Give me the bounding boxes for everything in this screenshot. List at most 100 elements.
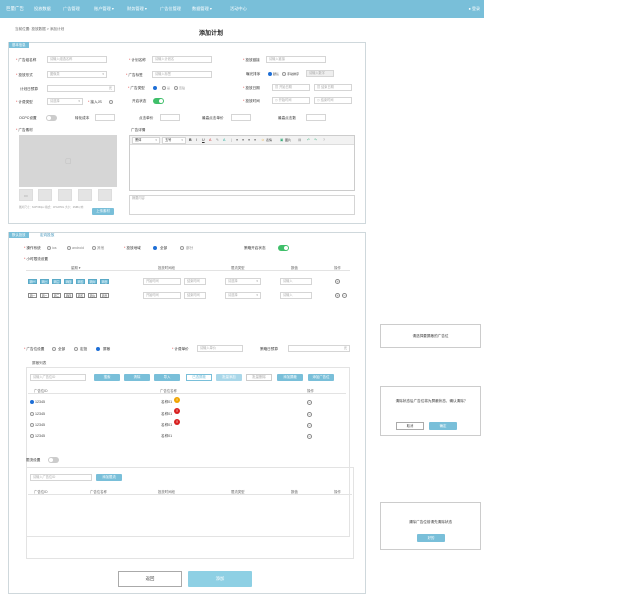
region-all-radio[interactable] xyxy=(153,246,157,250)
upload-material-button[interactable]: 上传素材 xyxy=(92,208,114,215)
nav-item-5[interactable]: 数据管理 ▾ xyxy=(192,6,212,12)
row1-day-3[interactable]: 周三 xyxy=(52,279,61,284)
row2-day-2[interactable]: 周二 xyxy=(40,293,49,298)
back-button[interactable]: 返回 xyxy=(118,571,182,587)
adslot-row-radio[interactable] xyxy=(30,412,34,416)
image-label[interactable]: 图片 xyxy=(285,138,291,142)
row2-day-4[interactable]: 周四 xyxy=(64,293,73,298)
block-search-button[interactable]: 搜索 xyxy=(94,374,120,381)
row1-day-5[interactable]: 周五 xyxy=(76,279,85,284)
form-select[interactable]: 图像类 xyxy=(47,71,107,78)
nav-item-2[interactable]: 账户管理 ▾ xyxy=(94,6,114,12)
bold-icon[interactable]: B xyxy=(189,138,192,142)
help-icon[interactable]: ? xyxy=(323,138,325,142)
user-menu[interactable]: ● 登录 xyxy=(468,6,480,12)
justify-icon[interactable]: ≡ xyxy=(254,138,256,142)
material-thumb-4[interactable] xyxy=(78,189,92,201)
error-icon[interactable]: ! xyxy=(174,408,180,414)
add-adslot-button[interactable]: 添加广告位 xyxy=(308,374,334,381)
material-thumb-3[interactable] xyxy=(58,189,72,201)
block-clear-button[interactable]: 清除 xyxy=(124,374,150,381)
daily-budget-input[interactable]: 元 xyxy=(47,85,115,92)
clear-format-icon[interactable]: ✎ xyxy=(216,138,219,142)
adslot-target-radio[interactable] xyxy=(74,347,78,351)
add-block-button[interactable]: 添加屏蔽 xyxy=(277,374,303,381)
batch-add-button[interactable]: 批量添加 xyxy=(216,374,242,381)
underline-icon[interactable]: U xyxy=(202,138,205,142)
summary-textarea[interactable]: 摘要内容 xyxy=(129,195,355,215)
nav-item-4[interactable]: 广告位管理 xyxy=(160,6,181,12)
status-toggle[interactable] xyxy=(153,98,164,104)
row1-limit-type[interactable]: 请选择 xyxy=(225,278,261,285)
selected-block-button[interactable]: 已选屏蔽 xyxy=(186,374,212,381)
row2-day-7[interactable]: 周日 xyxy=(100,293,109,298)
font-size-select[interactable]: 五号 xyxy=(162,137,186,144)
nav-item-6[interactable]: 活动中心 xyxy=(230,6,247,12)
row2-limit-value[interactable]: 请输入 xyxy=(280,292,312,299)
align-right-icon[interactable]: ≡ xyxy=(248,138,250,142)
align-center-icon[interactable]: ≡ xyxy=(242,138,244,142)
row1-day-2[interactable]: 周二 xyxy=(40,279,49,284)
remove-row-icon[interactable]: − xyxy=(307,434,312,439)
align-left-icon[interactable]: ≡ xyxy=(236,138,238,142)
add-flow-limit-button[interactable]: 添加限流 xyxy=(96,474,122,481)
ad-type-yes-radio[interactable] xyxy=(153,86,157,90)
block-list-tab[interactable]: 屏蔽列表 xyxy=(32,361,46,366)
flow-limit-toggle[interactable] xyxy=(48,457,59,463)
row2-end-time[interactable]: 结束时间 xyxy=(184,292,206,299)
os-android-radio[interactable] xyxy=(67,246,71,250)
confirm-ok-button[interactable]: 确定 xyxy=(429,422,457,430)
ad-type-no-radio[interactable] xyxy=(162,86,166,90)
material-thumb-1[interactable]: ▭ xyxy=(19,189,33,201)
error-icon[interactable]: ! xyxy=(174,419,180,425)
nav-item-0[interactable]: 投放数据 xyxy=(34,6,51,12)
warning-icon[interactable]: ! xyxy=(174,397,180,403)
image-icon[interactable]: ▣ xyxy=(280,138,283,142)
font-family-select[interactable]: 黑体 xyxy=(132,137,160,144)
emoji-label[interactable]: 表情 xyxy=(266,138,272,142)
max-click-price-input[interactable] xyxy=(231,114,251,121)
material-thumb-2[interactable] xyxy=(38,189,52,201)
exposure-manual-radio[interactable] xyxy=(282,72,286,76)
date-end-input[interactable]: ▦ 结束日期 xyxy=(314,84,352,91)
tab-default[interactable]: 默认投放 xyxy=(9,232,29,238)
click-price-input[interactable] xyxy=(160,114,180,121)
date-start-input[interactable]: ▦ 开始日期 xyxy=(272,84,310,91)
exposure-default-radio[interactable] xyxy=(268,72,272,76)
js-radio[interactable] xyxy=(109,100,113,104)
material-thumb-5[interactable] xyxy=(98,189,112,201)
add-plan-button[interactable]: 添加 xyxy=(188,571,252,587)
more-icon[interactable]: ▤ xyxy=(298,138,301,142)
ad-type-other-radio[interactable] xyxy=(174,86,178,90)
billing-select[interactable]: 请选择 xyxy=(47,98,83,105)
font-color-icon[interactable]: A xyxy=(209,138,211,142)
undo-icon[interactable]: ↶ xyxy=(307,138,310,142)
strategy-status-toggle[interactable] xyxy=(278,245,289,251)
highlight-icon[interactable]: A xyxy=(223,138,225,142)
row1-day-7[interactable]: 周日 xyxy=(100,279,109,284)
row1-end-time[interactable]: 结束时间 xyxy=(184,278,206,285)
adslot-row-radio[interactable] xyxy=(30,400,34,404)
remove-row-icon[interactable]: − xyxy=(307,423,312,428)
os-ios-radio[interactable] xyxy=(47,246,51,250)
emoji-icon[interactable]: ☺ xyxy=(261,138,265,142)
price-input[interactable]: 请输入单价 xyxy=(197,345,243,352)
ad-group-input[interactable]: 请输入组选名称 xyxy=(47,56,107,63)
confirm-cancel-button[interactable]: 取消 xyxy=(396,422,424,430)
batch-delete-button[interactable]: 批量删除 xyxy=(246,374,272,381)
tab-targeted[interactable]: 定向投放 xyxy=(40,233,54,238)
add-row-icon[interactable]: + xyxy=(335,279,340,284)
italic-icon[interactable]: I xyxy=(196,138,197,142)
link-input[interactable]: 请输入链接 xyxy=(266,56,326,63)
nav-item-3[interactable]: 财务管理 ▾ xyxy=(127,6,147,12)
hours-col-week[interactable]: 星期 ▾ xyxy=(71,265,80,270)
row1-day-6[interactable]: 周六 xyxy=(88,279,97,284)
ocpc-toggle[interactable] xyxy=(46,115,57,121)
remove-row-icon[interactable]: − xyxy=(307,412,312,417)
remove-row-icon[interactable]: − xyxy=(342,293,347,298)
os-other-radio[interactable] xyxy=(92,246,96,250)
clear-status-ok-button[interactable]: 好的 xyxy=(417,534,445,542)
region-part-radio[interactable] xyxy=(180,246,184,250)
row2-day-3[interactable]: 周三 xyxy=(52,293,61,298)
conv-cost-input[interactable] xyxy=(95,114,115,121)
